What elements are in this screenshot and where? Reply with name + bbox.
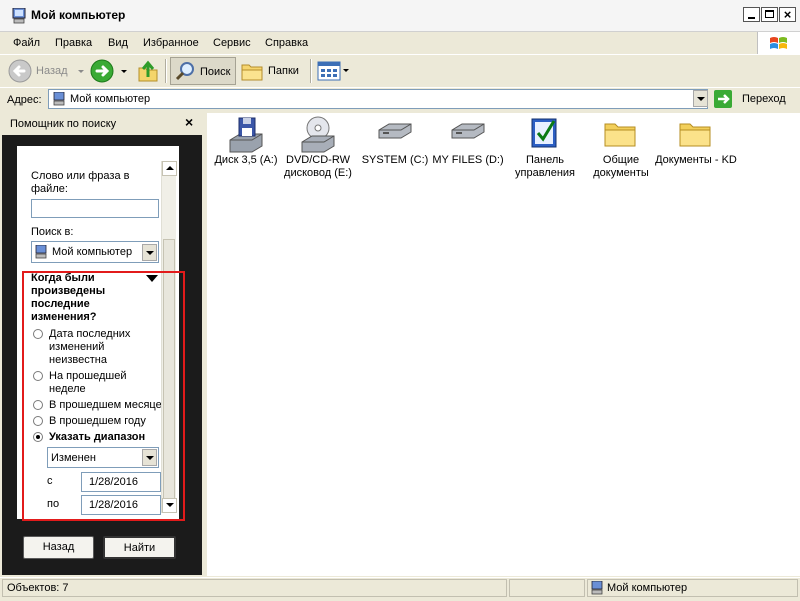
control-panel-icon [531, 118, 557, 148]
status-location-cell: Мой компьютер [587, 579, 798, 597]
computer-icon [591, 581, 603, 595]
hard-drive-icon [378, 123, 412, 139]
status-location: Мой компьютер [607, 582, 688, 594]
windows-flag-icon [770, 37, 787, 49]
file-item[interactable]: MY FILES (D:) [426, 116, 510, 176]
file-item[interactable]: SYSTEM (C:) [353, 116, 437, 176]
file-label: MY FILES (D:) [432, 154, 504, 166]
folder-icon [679, 123, 711, 147]
find-button[interactable]: Найти [103, 536, 176, 559]
search-pane-title: Помощник по поиску [10, 118, 117, 130]
computer-icon [53, 92, 65, 106]
file-item[interactable]: Общие документы [579, 116, 663, 179]
search-pane-close-icon[interactable]: × [185, 114, 193, 130]
toolbar-separator [165, 59, 167, 83]
file-item[interactable]: Панель управления [503, 116, 587, 179]
file-label: Общие документы [593, 154, 649, 179]
file-item[interactable]: DVD/CD-RW дисковод (E:) [276, 116, 360, 179]
file-item[interactable]: Документы - KD [654, 116, 738, 176]
file-label: DVD/CD-RW дисковод (E:) [284, 154, 352, 179]
forward-dropdown-icon [121, 70, 127, 73]
file-label: Документы - KD [655, 154, 737, 166]
toolbar-separator [310, 59, 312, 83]
window-title: Мой компьютер [31, 8, 126, 22]
word-phrase-label: Слово или фраза в файле: [31, 170, 130, 195]
search-back-button[interactable]: Назад [23, 536, 94, 559]
forward-button[interactable] [90, 59, 130, 83]
address-label: Адрес: [7, 94, 42, 106]
folders-icon [241, 64, 263, 81]
look-in-label: Поиск в: [31, 226, 74, 238]
search-button[interactable]: Поиск [170, 57, 236, 85]
file-label: Панель управления [515, 154, 575, 179]
computer-icon [35, 245, 47, 259]
address-dropdown-button[interactable] [693, 90, 708, 107]
status-objects: Объектов: 7 [7, 582, 69, 594]
go-label: Переход [742, 93, 786, 105]
menu-edit[interactable]: Правка [55, 37, 92, 49]
computer-icon [12, 8, 26, 24]
look-in-value: Мой компьютер [52, 246, 133, 258]
up-folder-icon[interactable] [137, 59, 159, 83]
status-objects-cell: Объектов: 7 [2, 579, 507, 597]
views-button[interactable] [317, 59, 351, 83]
views-dropdown-icon [343, 69, 349, 72]
word-phrase-input[interactable] [31, 199, 159, 218]
back-arrow-icon [8, 59, 32, 83]
menu-favorites[interactable]: Избранное [143, 37, 199, 49]
go-arrow-icon [714, 90, 732, 108]
look-in-select[interactable]: Мой компьютер [31, 241, 159, 263]
file-label: SYSTEM (C:) [361, 154, 429, 166]
maximize-button[interactable] [761, 7, 778, 22]
forward-arrow-icon [90, 59, 114, 83]
scroll-up-button[interactable] [162, 161, 177, 176]
title-bar: Мой компьютер × [0, 0, 800, 32]
back-dropdown-icon [78, 70, 84, 73]
highlight-box [22, 271, 185, 521]
file-view [207, 113, 800, 576]
menu-view[interactable]: Вид [108, 37, 128, 49]
minimize-button[interactable] [743, 7, 760, 22]
hard-drive-icon [451, 123, 485, 139]
address-field[interactable]: Мой компьютер [48, 89, 708, 109]
menu-file[interactable]: Файл [13, 37, 40, 49]
folder-icon [604, 123, 636, 147]
magnifier-icon [175, 62, 194, 81]
look-in-dropdown-button[interactable] [142, 244, 157, 261]
status-empty-cell [509, 579, 585, 597]
back-label: Назад [36, 65, 68, 77]
views-grid-icon [317, 61, 341, 81]
go-button[interactable]: Переход [714, 89, 794, 109]
address-value: Мой компьютер [70, 93, 151, 105]
search-label: Поиск [200, 66, 231, 78]
folders-button[interactable]: Папки [240, 59, 306, 83]
back-button[interactable]: Назад [8, 59, 86, 83]
close-button[interactable]: × [779, 7, 796, 22]
floppy-drive-icon [229, 117, 263, 153]
menu-tools[interactable]: Сервис [213, 37, 251, 49]
folders-label: Папки [268, 65, 299, 77]
menu-help[interactable]: Справка [265, 37, 308, 49]
windows-logo [757, 32, 800, 54]
dvd-drive-icon [301, 116, 335, 153]
